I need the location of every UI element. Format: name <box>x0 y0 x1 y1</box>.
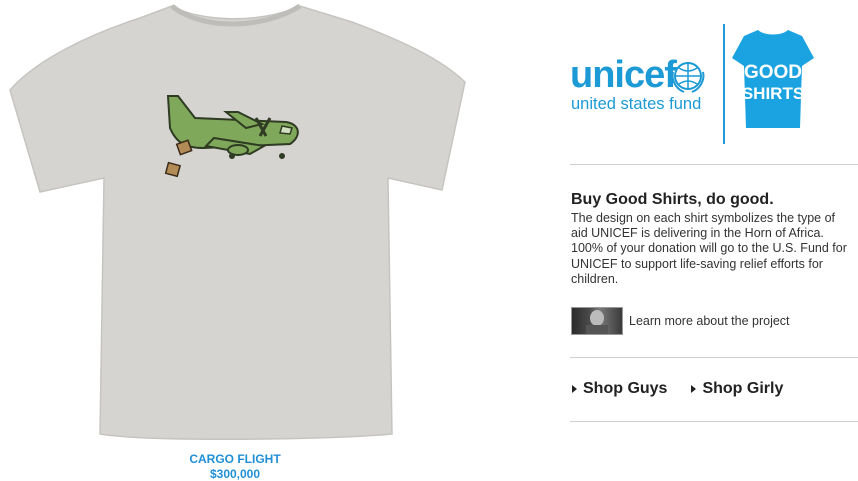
video-thumbnail[interactable] <box>571 307 623 335</box>
promo-body: The design on each shirt symbolizes the … <box>571 211 847 286</box>
shop-girly-link[interactable]: Shop Girly <box>691 380 783 398</box>
promo-title: Buy Good Shirts, do good. <box>571 191 774 208</box>
good-shirts-line1: GOOD <box>744 62 802 83</box>
unicef-globe-icon <box>671 62 705 93</box>
divider-bottom <box>570 421 858 422</box>
product-name[interactable]: CARGO FLIGHT <box>0 452 470 466</box>
shop-guys-label[interactable]: Shop Guys <box>583 380 667 398</box>
brand-divider <box>723 24 725 144</box>
divider-top <box>570 164 858 165</box>
tshirt-image[interactable] <box>0 0 470 450</box>
product-panel: CARGO FLIGHT $300,000 <box>0 0 470 481</box>
product-price: $300,000 <box>209 467 261 481</box>
shop-girly-label[interactable]: Shop Girly <box>702 380 783 398</box>
unicef-subtitle: united states fund <box>571 95 702 113</box>
brand-header: unicef united states fund GOOD SHIRTS <box>570 24 858 144</box>
learn-more-link[interactable]: Learn more about the project <box>571 306 790 336</box>
shop-guys-link[interactable]: Shop Guys <box>572 380 667 398</box>
divider-middle <box>570 357 858 358</box>
arrow-right-icon <box>572 385 577 393</box>
unicef-logo-text[interactable]: unicef <box>570 56 677 94</box>
learn-more-label[interactable]: Learn more about the project <box>629 314 790 328</box>
good-shirts-logo[interactable]: GOOD SHIRTS <box>732 28 814 132</box>
person-thumbnail-icon <box>586 310 608 334</box>
tshirt-shape <box>9 5 466 441</box>
good-shirts-line2: SHIRTS <box>742 84 804 103</box>
shop-links: Shop Guys Shop Girly <box>572 380 807 398</box>
arrow-right-icon <box>691 385 697 393</box>
